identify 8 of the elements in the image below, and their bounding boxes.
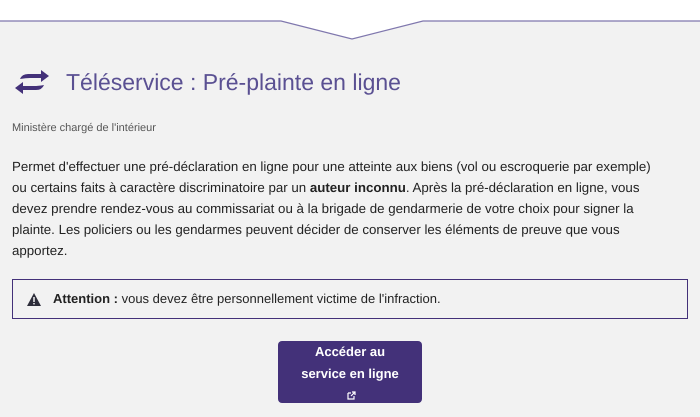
external-link-icon bbox=[346, 391, 356, 400]
warning-text: Attention : vous devez être personnellement victime de l'infraction. bbox=[53, 290, 441, 308]
online-service-button[interactable]: Accéder au service en ligne bbox=[278, 341, 422, 403]
ministry-label: Ministère chargé de l'intérieur bbox=[12, 120, 157, 136]
warning-icon bbox=[27, 292, 41, 306]
swap-arrows-icon bbox=[14, 68, 50, 96]
description-paragraph: Permet d'effectuer une pré-déclaration en ligne pour une atteinte aux biens (vol ou escroquerie par exemple) ou certains faits à caractère discriminatoire par un auteur inconnu. Après la pré-déclaration en ligne, vous devez prendre rendez-vous au commissariat ou à la brigade de gendarmerie de votre choix pour signer la plainte. Les policiers ou les gendarmes peuvent décider de conserver les éléments de preuve que vous apportez. bbox=[12, 158, 652, 260]
page-title: Téléservice : Pré-plainte en ligne bbox=[66, 68, 401, 97]
